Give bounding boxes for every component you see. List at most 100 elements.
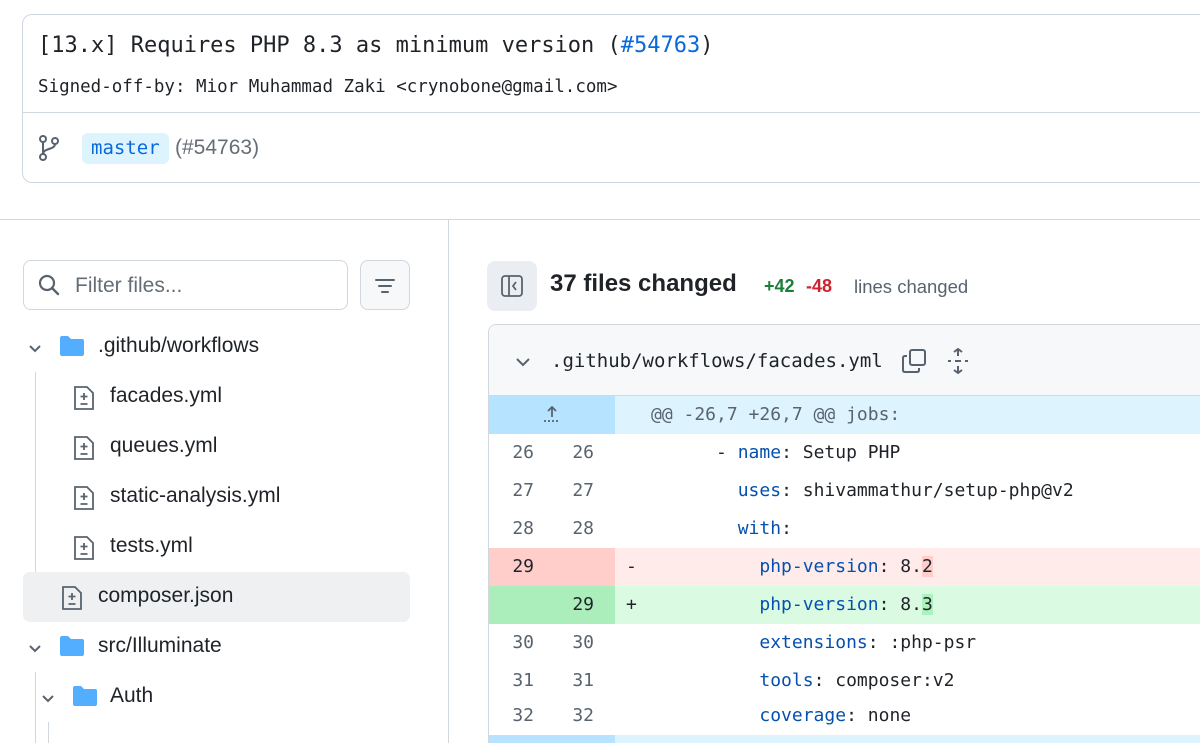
- yaml-value: :php-psr: [889, 632, 977, 653]
- filter-files-input[interactable]: Filter files...: [23, 260, 348, 310]
- line-number-old[interactable]: 28: [489, 510, 552, 548]
- yaml-value: composer:v2: [835, 670, 955, 691]
- git-branch-icon: [39, 135, 59, 161]
- commit-signoff: Signed-off-by: Mior Muhammad Zaki <cryno…: [38, 77, 618, 97]
- tree-label: tests.yml: [110, 534, 193, 557]
- yaml-key: with: [737, 518, 782, 539]
- pr-link[interactable]: #54763: [621, 33, 700, 58]
- filter-placeholder: Filter files...: [75, 274, 183, 297]
- line-number-new[interactable]: 31: [552, 662, 615, 700]
- diff-line-added: 29 + php-version: 8.3: [489, 586, 1200, 624]
- hunk-header-text: @@ -26,7 +26,7 @@ jobs:: [651, 404, 901, 425]
- line-number-old[interactable]: [489, 586, 552, 624]
- folder-icon: [73, 686, 97, 706]
- tree-label: src/Illuminate: [98, 634, 222, 657]
- diff-line: 31 31 tools: composer:v2: [489, 662, 1200, 700]
- folder-icon: [60, 336, 84, 356]
- line-number-new[interactable]: [552, 548, 615, 586]
- additions-count: +42: [764, 276, 795, 296]
- yaml-value: none: [867, 705, 912, 726]
- branch-badge[interactable]: master: [82, 133, 169, 164]
- diff-marker: -: [626, 556, 637, 577]
- line-number-old[interactable]: 30: [489, 624, 552, 662]
- chevron-down-icon[interactable]: [513, 352, 533, 372]
- tree-label: .github/workflows: [98, 334, 260, 357]
- line-number-old[interactable]: 29: [489, 548, 552, 586]
- word-diff-highlight: 3: [921, 594, 933, 615]
- yaml-key: php-version: [759, 556, 879, 577]
- deletions-count: -48: [806, 276, 833, 296]
- yaml-sep: :: [781, 480, 803, 501]
- expand-down-gutter[interactable]: [489, 735, 615, 743]
- toggle-file-tree-button[interactable]: [487, 261, 537, 311]
- tree-file-facades-yml[interactable]: facades.yml: [23, 372, 410, 422]
- chevron-down-icon: [29, 645, 41, 653]
- filter-options-button[interactable]: [360, 260, 410, 310]
- line-number-new[interactable]: 26: [552, 434, 615, 472]
- line-number-new[interactable]: 27: [552, 472, 615, 510]
- code-line: php-version: 8.3: [651, 586, 933, 624]
- chevron-down-icon: [42, 695, 54, 703]
- commit-header: [13.x] Requires PHP 8.3 as minimum versi…: [22, 14, 1200, 183]
- expand-down-row[interactable]: [489, 735, 1200, 743]
- tree-label: queues.yml: [110, 434, 218, 457]
- expand-up-icon: [544, 405, 560, 422]
- unfold-icon[interactable]: [945, 348, 971, 374]
- diff-line-deleted: 29 - php-version: 8.2: [489, 548, 1200, 586]
- diff-file-header: .github/workflows/facades.yml: [489, 325, 1200, 396]
- line-number-new[interactable]: 29: [552, 586, 615, 624]
- yaml-key: tools: [759, 670, 814, 691]
- line-number-old[interactable]: 26: [489, 434, 552, 472]
- code-line: coverage: none: [651, 697, 911, 735]
- tree-file-tests-yml[interactable]: tests.yml: [23, 522, 410, 572]
- expand-up-button[interactable]: [489, 396, 615, 434]
- yaml-sep: :: [781, 442, 803, 463]
- diff-file: .github/workflows/facades.yml @@ -26,7 +…: [488, 324, 1200, 743]
- line-number-new[interactable]: 32: [552, 697, 615, 735]
- diff-file-name[interactable]: .github/workflows/facades.yml: [551, 350, 883, 372]
- yaml-sep: :: [813, 670, 836, 691]
- chevron-down-icon: [29, 345, 41, 353]
- filter-icon: [375, 279, 395, 293]
- yaml-sep: :: [781, 518, 792, 539]
- commit-title: [13.x] Requires PHP 8.3 as minimum versi…: [38, 33, 714, 58]
- line-number-new[interactable]: 28: [552, 510, 615, 548]
- diff-line: 28 28 with:: [489, 510, 1200, 548]
- tree-folder-github-workflows[interactable]: .github/workflows: [23, 322, 410, 372]
- tree-file-composer-json[interactable]: composer.json: [23, 572, 410, 622]
- tree-guide-line: [48, 722, 49, 743]
- tree-folder-auth[interactable]: Auth: [23, 672, 410, 722]
- tree-file-queues-yml[interactable]: queues.yml: [23, 422, 410, 472]
- tree-label: composer.json: [98, 584, 234, 607]
- tree-label: static-analysis.yml: [110, 484, 281, 507]
- sidebar-collapse-icon: [501, 275, 523, 297]
- code-line: uses: shivammathur/setup-php@v2: [651, 472, 1074, 510]
- line-number-old[interactable]: 31: [489, 662, 552, 700]
- commit-title-text: [13.x] Requires PHP 8.3 as minimum versi…: [38, 33, 621, 58]
- yaml-value: 8.: [900, 594, 922, 615]
- tree-folder-src-illuminate[interactable]: src/Illuminate: [23, 622, 410, 672]
- code-line: - name: Setup PHP: [651, 434, 900, 472]
- yaml-key: php-version: [759, 594, 879, 615]
- yaml-key: name: [737, 442, 782, 463]
- copy-icon[interactable]: [901, 348, 927, 374]
- code-line: extensions: :php-psr: [651, 624, 976, 662]
- yaml-sep: :: [846, 705, 868, 726]
- line-number-new[interactable]: 30: [552, 624, 615, 662]
- line-number-old[interactable]: 32: [489, 697, 552, 735]
- code-line: tools: composer:v2: [651, 662, 954, 700]
- tree-file-static-analysis-yml[interactable]: static-analysis.yml: [23, 472, 410, 522]
- branch-pr-ref: (#54763): [175, 136, 260, 159]
- yaml-key: coverage: [759, 705, 847, 726]
- search-icon: [38, 274, 60, 296]
- file-diff-icon: [74, 386, 94, 410]
- diff-line: 32 32 coverage: none: [489, 697, 1200, 735]
- line-number-old[interactable]: 27: [489, 472, 552, 510]
